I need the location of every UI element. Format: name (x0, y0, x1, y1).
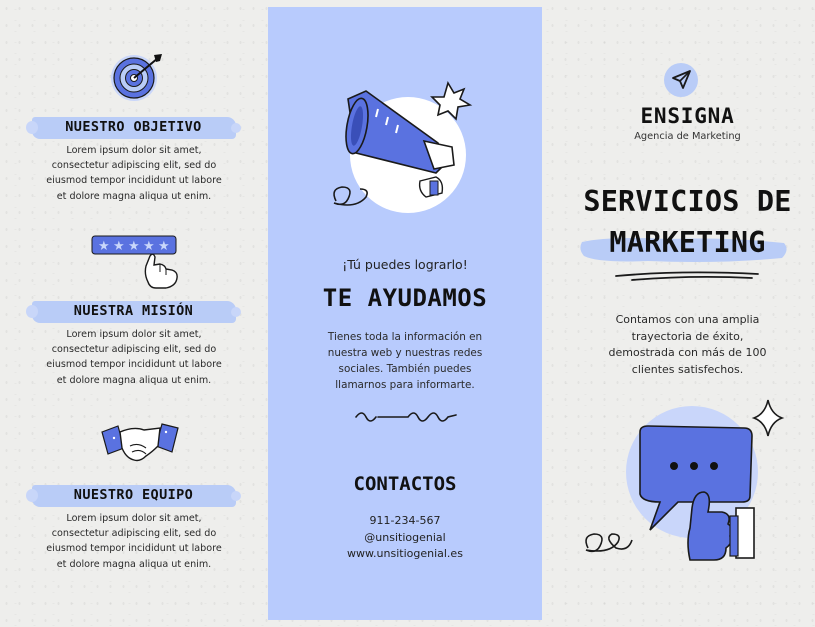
body-line: Lorem ipsum dolor sit amet, (66, 145, 202, 156)
middle-body: Tienes toda la información en nuestra we… (298, 329, 512, 393)
middle-panel: ¡Tú puedes lograrlo! TE AYUDAMOS Tienes … (268, 7, 542, 620)
body-line: llamarnos para informarte. (335, 379, 475, 391)
section-body-mision: Lorem ipsum dolor sit amet, consectetur … (36, 327, 232, 388)
svg-text:★: ★ (98, 239, 110, 254)
stars-rating-icon: ★ ★ ★ ★ ★ (90, 232, 190, 296)
svg-text:★: ★ (158, 239, 170, 254)
page-title-line1: SERVICIOS DE (583, 185, 792, 218)
body-line: Contamos con una amplia (615, 313, 760, 326)
section-body-equipo: Lorem ipsum dolor sit amet, consectetur … (36, 511, 232, 572)
section-title-objetivo: NUESTRO OBJETIVO (65, 119, 202, 135)
body-line: consectetur adipiscing elit, sed do (51, 160, 217, 172)
send-arrow-icon (663, 62, 699, 102)
body-line: et dolore magna aliqua ut enim. (56, 190, 212, 202)
body-line: eiusmod tempor incididunt ut labore (46, 359, 222, 371)
body-line: clientes satisfechos. (631, 362, 744, 376)
chat-thumbs-up-icon (574, 392, 800, 576)
left-panel: NUESTRO OBJETIVO Lorem ipsum dolor sit a… (0, 0, 267, 627)
body-line: sociales. También puedes (338, 363, 472, 375)
brand-name: ENSIGNA (640, 104, 735, 128)
headline: TE AYUDAMOS (322, 284, 488, 312)
body-line: Lorem ipsum dolor sit amet, (66, 513, 202, 524)
body-line: consectetur adipiscing elit, sed do (51, 528, 217, 540)
body-line: et dolore magna aliqua ut enim. (56, 558, 212, 570)
body-line: demostrada con más de 100 (608, 346, 767, 359)
contact-website[interactable]: www.unsitiogenial.es (268, 546, 542, 563)
body-line: nuestra web y nuestras redes (327, 347, 483, 359)
svg-text:★: ★ (143, 239, 155, 254)
body-line: consectetur adipiscing elit, sed do (51, 344, 217, 356)
body-line: eiusmod tempor incididunt ut labore (46, 175, 222, 187)
section-title-mision: NUESTRA MISIÓN (73, 303, 194, 319)
svg-text:★: ★ (113, 239, 125, 254)
target-icon (108, 52, 168, 106)
right-panel: ENSIGNA Agencia de Marketing SERVICIOS D… (560, 0, 815, 627)
section-body-objetivo: Lorem ipsum dolor sit amet, consectetur … (36, 143, 232, 204)
body-line: et dolore magna aliqua ut enim. (56, 374, 212, 386)
section-title-equipo: NUESTRO EQUIPO (73, 487, 194, 503)
body-line: trayectoria de éxito, (631, 329, 744, 343)
body-line: Lorem ipsum dolor sit amet, (66, 329, 202, 340)
svg-text:★: ★ (128, 239, 140, 254)
megaphone-icon (326, 69, 486, 233)
contact-social[interactable]: @unsitiogenial (268, 530, 542, 547)
handshake-icon (100, 418, 180, 472)
contacts-list: 911-234-567 @unsitiogenial www.unsitioge… (268, 513, 542, 563)
contact-phone[interactable]: 911-234-567 (268, 513, 542, 530)
page-title-line2: MARKETING (609, 226, 766, 259)
body-line: Tienes toda la información en (327, 331, 483, 343)
wavy-divider (354, 405, 458, 429)
tagline: ¡Tú puedes lograrlo! (342, 257, 468, 272)
body-line: eiusmod tempor incididunt ut labore (46, 543, 222, 555)
underline-scribble (612, 266, 762, 290)
right-body: Contamos con una amplia trayectoria de é… (580, 312, 795, 378)
contacts-title: CONTACTOS (353, 473, 457, 495)
brand-subtitle: Agencia de Marketing (634, 131, 741, 142)
